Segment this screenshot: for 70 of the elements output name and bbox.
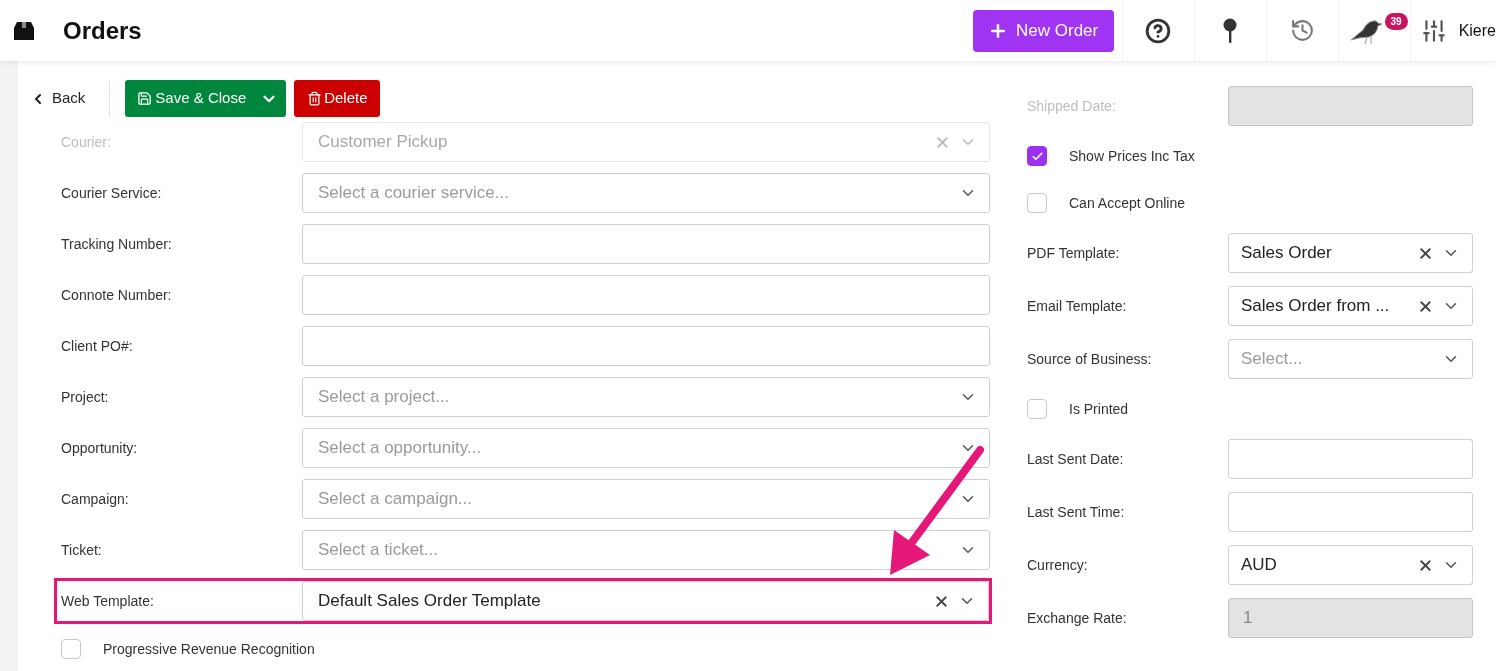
input-field[interactable] xyxy=(1228,492,1473,532)
select-field[interactable]: Select... xyxy=(1228,339,1473,379)
checkbox[interactable] xyxy=(1027,193,1047,213)
input-field[interactable] xyxy=(1228,439,1473,479)
field-label: Campaign: xyxy=(61,489,130,509)
user-name[interactable]: Kiere xyxy=(1458,18,1496,43)
select-placeholder: Select a ticket... xyxy=(318,539,439,562)
checkbox-label: Can Accept Online xyxy=(1069,193,1185,213)
select-placeholder: Select a opportunity... xyxy=(318,437,483,460)
back-button[interactable]: Back xyxy=(30,80,111,117)
field-label: Exchange Rate: xyxy=(1027,608,1128,628)
select-value: AUD xyxy=(1241,554,1278,577)
field-label: PDF Template: xyxy=(1027,243,1121,263)
field-label: Project: xyxy=(61,387,110,407)
checkbox[interactable] xyxy=(61,639,81,659)
sliders-icon[interactable] xyxy=(1420,17,1447,44)
field-label: Ticket: xyxy=(61,540,103,560)
field-label: Tracking Number: xyxy=(61,234,173,254)
checkbox-label: Show Prices Inc Tax xyxy=(1069,146,1195,166)
field-label: Client PO#: xyxy=(61,336,134,356)
select-field[interactable]: Select a courier service... xyxy=(302,173,990,213)
trash-icon xyxy=(307,91,323,106)
select-placeholder: Select a courier service... xyxy=(318,182,510,205)
field-label: Opportunity: xyxy=(61,438,139,458)
field-label: Connote Number: xyxy=(61,285,173,305)
select-placeholder: Select... xyxy=(1241,348,1304,371)
field-label: Last Sent Date: xyxy=(1027,449,1125,469)
field-label: Source of Business: xyxy=(1027,349,1153,369)
select-field[interactable]: AUD xyxy=(1228,545,1473,585)
history-icon[interactable] xyxy=(1289,18,1315,43)
new-order-button[interactable]: New Order xyxy=(972,9,1114,52)
select-field[interactable]: Default Sales Order Template xyxy=(302,581,989,621)
field-label: Shipped Date: xyxy=(1027,96,1117,116)
select-placeholder: Select a project... xyxy=(318,386,451,409)
field-label: Currency: xyxy=(1027,555,1089,575)
checkbox-label: Is Printed xyxy=(1069,399,1129,419)
save-close-button[interactable]: Save & Close xyxy=(125,80,287,117)
select-field[interactable]: Select a ticket... xyxy=(302,530,990,570)
select-field[interactable]: Sales Order xyxy=(1228,233,1473,273)
notification-badge: 39 xyxy=(1384,13,1408,30)
select-value: Default Sales Order Template xyxy=(318,590,542,613)
checkbox[interactable] xyxy=(1027,399,1047,419)
checkbox[interactable] xyxy=(1027,146,1047,166)
input-field[interactable] xyxy=(302,275,990,315)
delete-button[interactable]: Delete xyxy=(294,80,381,117)
bird-icon[interactable] xyxy=(1351,17,1384,44)
select-field[interactable]: Select a opportunity... xyxy=(302,428,990,468)
save-icon xyxy=(137,91,153,106)
help-icon[interactable] xyxy=(1145,17,1172,44)
select-field[interactable]: Select a project... xyxy=(302,377,990,417)
select-placeholder: Select a campaign... xyxy=(318,488,474,511)
save-close-label[interactable]: Save & Close xyxy=(125,87,261,110)
check-icon xyxy=(1030,149,1044,163)
select-field[interactable]: Select a campaign... xyxy=(302,479,990,519)
page-title: Orders xyxy=(63,15,142,46)
select-value: Sales Order from ... xyxy=(1241,295,1391,318)
field-label: Last Sent Time: xyxy=(1027,502,1126,522)
input-field[interactable] xyxy=(302,326,990,366)
select-field[interactable]: Sales Order from ... xyxy=(1228,286,1473,326)
field-label: Courier: xyxy=(61,132,112,152)
input-value: 1 xyxy=(1243,607,1253,630)
select-value: Sales Order xyxy=(1241,242,1333,265)
input-field[interactable] xyxy=(302,224,990,264)
select-value: Customer Pickup xyxy=(318,131,449,154)
field-label: Email Template: xyxy=(1027,296,1128,316)
field-label: Web Template: xyxy=(61,591,155,611)
field-label: Courier Service: xyxy=(61,183,163,203)
pin-icon[interactable] xyxy=(1223,17,1238,44)
box-icon xyxy=(13,19,35,42)
checkbox-label: Progressive Revenue Recognition xyxy=(103,639,315,659)
